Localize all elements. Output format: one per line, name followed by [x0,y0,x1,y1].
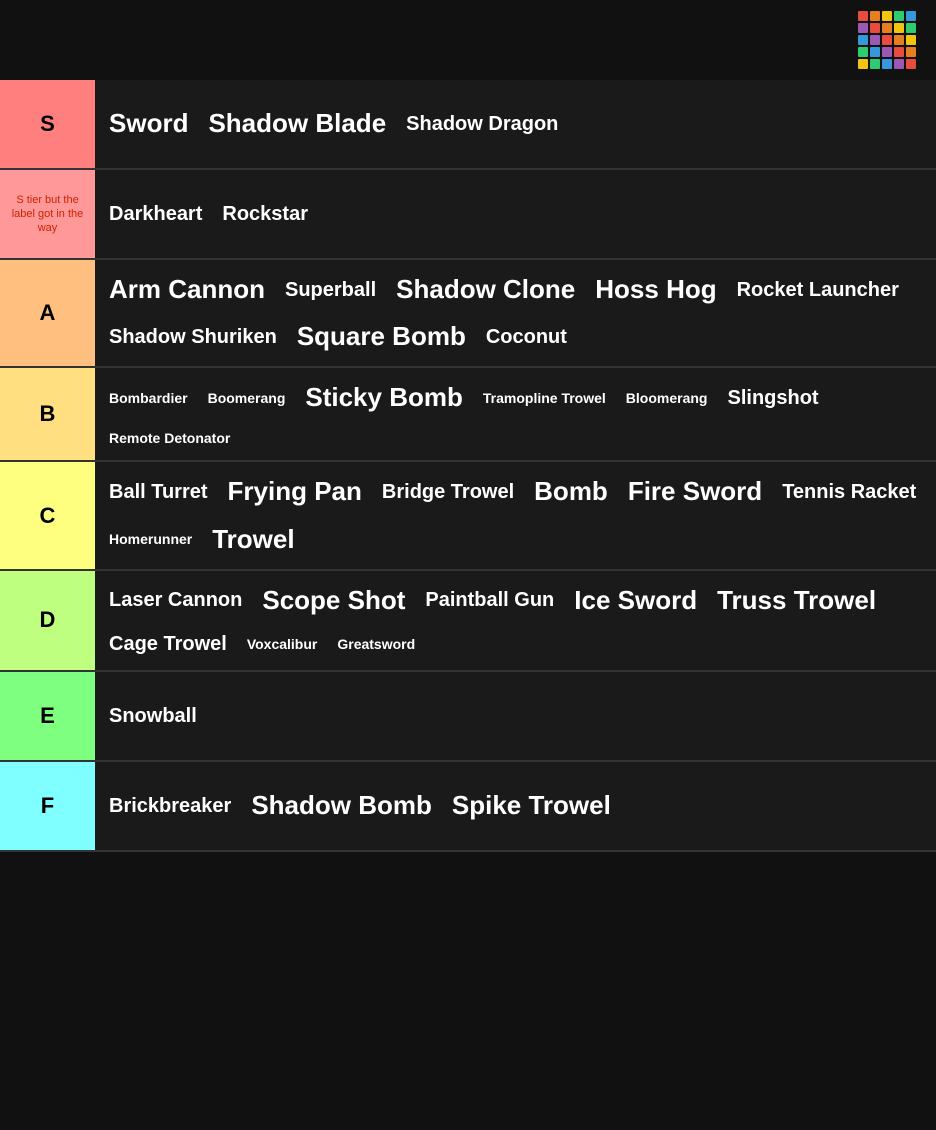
tier-label-f: F [0,762,95,850]
tier-item-c-1: Frying Pan [220,470,370,513]
logo-cell [858,59,868,69]
tier-item-b-1: Boomerang [200,384,294,413]
tier-row-b: BBombardierBoomerangSticky BombTramoplin… [0,368,936,462]
tier-item-b-4: Bloomerang [618,384,716,413]
logo-cell [882,35,892,45]
logo-cell [870,35,880,45]
tier-item-s-0: Sword [101,102,196,145]
logo-cell [870,23,880,33]
tier-item-c-4: Fire Sword [620,470,770,513]
tier-item-a-7: Coconut [478,319,575,355]
logo-cell [906,35,916,45]
tier-item-b-5: Slingshot [719,380,826,416]
tier-row-s-note: S tier but the label got in the wayDarkh… [0,170,936,260]
logo-cell [870,59,880,69]
tier-content-a: Arm CannonSuperballShadow CloneHoss HogR… [95,260,936,366]
tier-label-a: A [0,260,95,366]
tier-content-d: Laser CannonScope ShotPaintball GunIce S… [95,571,936,670]
logo-cell [858,11,868,21]
tier-item-s-note-0: Darkheart [101,196,210,232]
header [0,0,936,80]
tier-item-d-6: Voxcalibur [239,630,326,659]
tier-item-a-3: Hoss Hog [587,268,724,311]
tier-item-s-note-1: Rockstar [214,196,316,232]
tier-item-f-0: Brickbreaker [101,788,239,824]
tier-content-s-note: DarkheartRockstar [95,170,936,258]
logo-cell [894,59,904,69]
logo-cell [894,23,904,33]
tier-label-e: E [0,672,95,760]
tier-item-a-1: Superball [277,272,384,308]
logo-cell [906,59,916,69]
tiermaker-logo [858,11,924,69]
tier-content-b: BombardierBoomerangSticky BombTramopline… [95,368,936,460]
logo-cell [882,11,892,21]
tier-item-c-7: Trowel [204,518,302,561]
tier-item-b-6: Remote Detonator [101,424,238,453]
tier-item-a-5: Shadow Shuriken [101,319,285,355]
tier-item-f-2: Spike Trowel [444,784,619,827]
logo-cell [906,11,916,21]
tier-item-b-2: Sticky Bomb [297,376,471,419]
tier-row-c: CBall TurretFrying PanBridge TrowelBombF… [0,462,936,570]
tier-row-f: FBrickbreakerShadow BombSpike Trowel [0,762,936,852]
logo-cell [894,11,904,21]
tier-item-d-4: Truss Trowel [709,579,884,622]
tier-item-c-2: Bridge Trowel [374,474,522,510]
logo-cell [894,35,904,45]
tier-item-c-6: Homerunner [101,525,200,554]
tier-item-d-7: Greatsword [329,630,423,659]
tier-item-f-1: Shadow Bomb [243,784,440,827]
tier-item-d-3: Ice Sword [566,579,705,622]
tier-content-f: BrickbreakerShadow BombSpike Trowel [95,762,936,850]
tier-content-e: Snowball [95,672,936,760]
tier-item-c-0: Ball Turret [101,474,216,510]
tier-label-c: C [0,462,95,568]
logo-cell [906,23,916,33]
tier-label-d: D [0,571,95,670]
tier-item-d-5: Cage Trowel [101,626,235,662]
tier-content-s: SwordShadow BladeShadow Dragon [95,80,936,168]
logo-cell [858,23,868,33]
tier-item-a-0: Arm Cannon [101,268,273,311]
tier-item-c-5: Tennis Racket [774,474,924,510]
tier-container: SSwordShadow BladeShadow DragonS tier bu… [0,80,936,852]
tier-item-a-2: Shadow Clone [388,268,583,311]
tier-item-d-2: Paintball Gun [417,582,562,618]
tier-label-s: S [0,80,95,168]
tier-item-c-3: Bomb [526,470,616,513]
tier-label-s-note: S tier but the label got in the way [0,170,95,258]
logo-cell [858,47,868,57]
tier-row-s: SSwordShadow BladeShadow Dragon [0,80,936,170]
tier-item-s-1: Shadow Blade [200,102,394,145]
tier-item-s-2: Shadow Dragon [398,106,566,142]
page-container: SSwordShadow BladeShadow DragonS tier bu… [0,0,936,852]
tier-item-b-0: Bombardier [101,384,196,413]
tier-item-e-0: Snowball [101,698,205,734]
tier-row-a: AArm CannonSuperballShadow CloneHoss Hog… [0,260,936,368]
logo-cell [906,47,916,57]
tier-item-d-0: Laser Cannon [101,582,250,618]
tier-item-a-6: Square Bomb [289,315,474,358]
tier-row-d: DLaser CannonScope ShotPaintball GunIce … [0,571,936,672]
tier-label-b: B [0,368,95,460]
logo-cell [882,47,892,57]
logo-cell [894,47,904,57]
logo-cell [882,59,892,69]
tier-item-d-1: Scope Shot [254,579,413,622]
logo-cell [882,23,892,33]
tier-item-b-3: Tramopline Trowel [475,384,614,413]
tier-row-e: ESnowball [0,672,936,762]
logo-cell [858,35,868,45]
tier-content-c: Ball TurretFrying PanBridge TrowelBombFi… [95,462,936,568]
logo-cell [870,11,880,21]
tier-item-a-4: Rocket Launcher [729,272,907,308]
logo-cell [870,47,880,57]
logo-grid [858,11,916,69]
